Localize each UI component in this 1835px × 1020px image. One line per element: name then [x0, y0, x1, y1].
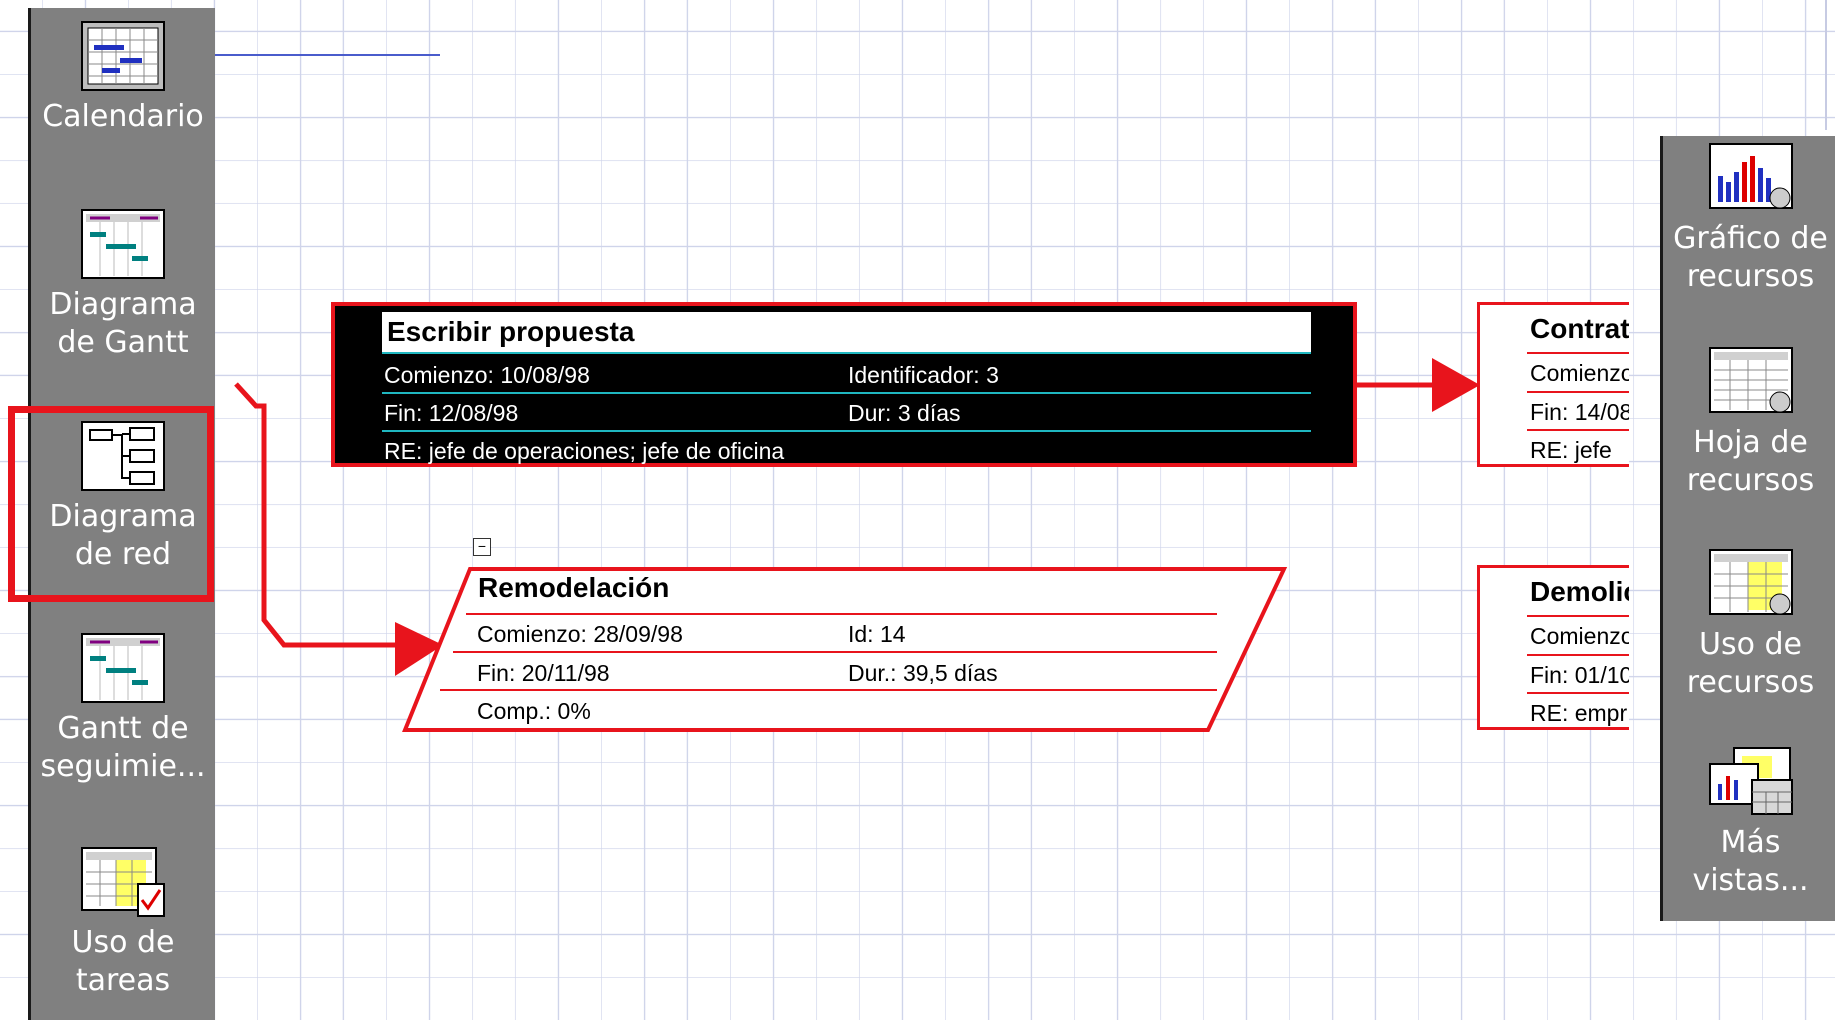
node-start: Comienzo: 28/09/98 [477, 621, 683, 647]
node-rule [382, 392, 1311, 394]
collapse-button[interactable]: − [473, 538, 491, 556]
node-rule [1527, 615, 1629, 617]
node-rule [1527, 692, 1629, 694]
node-rule [382, 430, 1311, 432]
task-node-escribir-propuesta[interactable]: Escribir propuesta Comienzo: 10/08/98 Id… [331, 302, 1357, 467]
node-finish: Fin: 20/11/98 [477, 660, 610, 686]
arrowhead [1432, 358, 1480, 412]
node-rule [1527, 654, 1629, 656]
node-resources: RE: jefe [1530, 437, 1612, 463]
task-node-demolicion[interactable]: Demolic Comienzo: Fin: 01/10, RE: empr [1477, 565, 1629, 730]
node-resources: RE: empr [1530, 700, 1628, 726]
node-title: Contrata [1530, 313, 1629, 344]
node-finish: Fin: 12/08/98 [384, 400, 519, 426]
node-id: Identificador: 3 [848, 362, 999, 388]
task-node-contratar[interactable]: Contrata Comienzo: Fin: 14/08, RE: jefe [1477, 302, 1629, 467]
node-title: Demolic [1530, 576, 1629, 607]
connector-layer [234, 358, 1480, 732]
node-rule [382, 352, 1311, 354]
node-rule [1527, 352, 1629, 354]
node-duration: Dur.: 39,5 días [848, 660, 998, 686]
node-finish: Fin: 14/08, [1530, 399, 1629, 425]
node-complete: Comp.: 0% [477, 698, 591, 724]
node-finish: Fin: 01/10, [1530, 662, 1629, 688]
node-start: Comienzo: [1530, 623, 1629, 649]
node-start: Comienzo: 10/08/98 [384, 362, 590, 388]
node-id: Id: 14 [848, 621, 906, 647]
node-rule [1527, 429, 1629, 431]
node-title: Remodelación [478, 572, 670, 603]
node-rule [1527, 391, 1629, 393]
node-title: Escribir propuesta [387, 316, 635, 347]
node-start: Comienzo: [1530, 360, 1629, 386]
node-duration: Dur: 3 días [848, 400, 961, 426]
node-resources: RE: jefe de operaciones; jefe de oficina [384, 438, 785, 464]
